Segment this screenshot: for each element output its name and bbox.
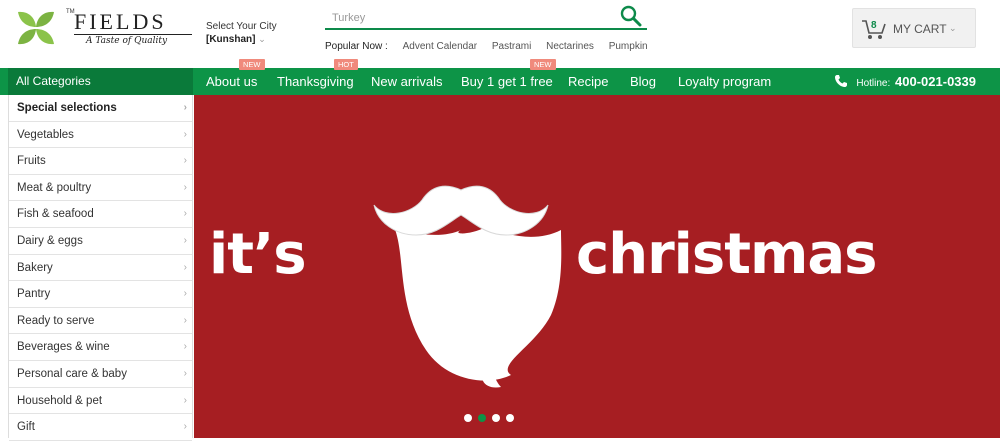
santa-beard-icon <box>373 185 562 388</box>
popular-tag[interactable]: Advent Calendar <box>403 41 478 52</box>
nav-loyalty-program[interactable]: Loyalty program <box>678 68 771 95</box>
brand-name: FIELDS <box>74 9 167 34</box>
category-item[interactable]: Fruits › <box>9 148 192 175</box>
category-label: Ready to serve <box>17 314 95 327</box>
nav-label: Recipe <box>568 74 609 89</box>
category-item[interactable]: Gift › <box>9 414 192 441</box>
chevron-right-icon: › <box>183 208 187 220</box>
chevron-right-icon: › <box>183 341 187 353</box>
cart-count: 8 <box>871 20 877 31</box>
phone-icon <box>835 75 847 87</box>
nav-label: Loyalty program <box>678 74 772 89</box>
chevron-right-icon: › <box>183 181 187 193</box>
category-label: Gift <box>17 421 35 434</box>
chevron-right-icon: › <box>183 394 187 406</box>
category-label: Meat & poultry <box>17 181 92 194</box>
nav-about-us[interactable]: About us NEW <box>206 59 265 95</box>
hero-banner[interactable]: it’s christmas <box>194 95 1000 438</box>
category-item[interactable]: Pantry › <box>9 281 192 308</box>
chevron-right-icon: › <box>183 367 187 379</box>
chevron-right-icon: › <box>183 314 187 326</box>
nav-label: Thanksgiving <box>277 74 354 89</box>
city-label: Select Your City <box>206 21 277 32</box>
nav-label: Blog <box>630 74 657 89</box>
category-item[interactable]: Dairy & eggs › <box>9 228 192 255</box>
main-navbar: All Categories About us NEW Thanksgiving… <box>0 59 1000 95</box>
category-label: Dairy & eggs <box>17 234 83 247</box>
carousel-dot-active[interactable] <box>478 414 486 422</box>
popular-searches: Popular Now : Advent Calendar Pastrami N… <box>325 41 654 52</box>
clover-logo-icon <box>18 11 54 45</box>
hotline: Hotline: 400-021-0339 <box>856 68 976 95</box>
banner-headline-left: it’s <box>209 222 307 287</box>
category-item[interactable]: Household & pet › <box>9 388 192 415</box>
category-label: Household & pet <box>17 394 103 407</box>
banner-headline-right: christmas <box>576 222 877 287</box>
category-item[interactable]: Personal care & baby › <box>9 361 192 388</box>
chevron-right-icon: › <box>183 102 187 113</box>
category-label: Fruits <box>17 155 46 168</box>
cart-label: MY CART <box>893 22 947 36</box>
new-badge: NEW <box>530 59 556 70</box>
category-item[interactable]: Fish & seafood › <box>9 201 192 228</box>
category-label: Beverages & wine <box>17 341 110 354</box>
category-item[interactable]: Meat & poultry › <box>9 175 192 202</box>
carousel-dot[interactable] <box>492 414 500 422</box>
category-label: Vegetables <box>17 128 74 141</box>
category-item[interactable]: Ready to serve › <box>9 308 192 335</box>
chevron-right-icon: › <box>183 234 187 246</box>
carousel-dot[interactable] <box>506 414 514 422</box>
category-label: Bakery <box>17 261 53 274</box>
hotline-number[interactable]: 400-021-0339 <box>895 74 976 89</box>
popular-tag[interactable]: Pastrami <box>492 41 531 52</box>
category-item[interactable]: Bakery › <box>9 255 192 282</box>
search-icon[interactable] <box>619 4 643 28</box>
search-bar <box>325 4 647 30</box>
nav-thanksgiving[interactable]: Thanksgiving HOT <box>277 59 358 95</box>
all-categories-button[interactable]: All Categories <box>8 68 193 95</box>
chevron-down-icon: ⌄ <box>949 23 957 33</box>
brand-divider <box>74 34 192 35</box>
nav-label: About us <box>206 74 258 89</box>
carousel-dot[interactable] <box>464 414 472 422</box>
category-label: Special selections <box>17 102 117 114</box>
carousel-dots <box>464 409 520 422</box>
nav-label: Buy 1 get 1 free <box>461 74 553 89</box>
city-selector[interactable]: Select Your City [Kunshan] ⌄ <box>206 21 277 46</box>
popular-tag[interactable]: Pumpkin <box>609 41 648 52</box>
category-sidebar: Special selections › Vegetables › Fruits › … <box>8 95 193 441</box>
chevron-right-icon: › <box>183 155 187 167</box>
brand-logo[interactable]: TM FIELDS A Taste of Quality <box>14 6 192 50</box>
chevron-right-icon: › <box>183 128 187 140</box>
category-label: Fish & seafood <box>17 208 94 221</box>
chevron-down-icon: ⌄ <box>258 34 266 44</box>
category-item[interactable]: Vegetables › <box>9 122 192 149</box>
site-header: TM FIELDS A Taste of Quality Select Your… <box>0 0 1000 68</box>
category-label: Pantry <box>17 288 51 301</box>
hotline-label: Hotline: <box>856 78 891 89</box>
nav-label: New arrivals <box>371 74 443 89</box>
search-input[interactable] <box>325 8 615 28</box>
category-label: Personal care & baby <box>17 367 127 380</box>
city-current: [Kunshan] <box>206 34 256 45</box>
popular-label: Popular Now : <box>325 41 388 52</box>
nav-new-arrivals[interactable]: New arrivals <box>371 68 443 95</box>
nav-buy-1-get-1-free[interactable]: Buy 1 get 1 free NEW <box>461 59 556 95</box>
my-cart-button[interactable]: 8 MY CART ⌄ <box>852 8 976 48</box>
new-badge: NEW <box>239 59 265 70</box>
hot-badge: HOT <box>334 59 358 70</box>
brand-tagline: A Taste of Quality <box>86 36 168 46</box>
chevron-right-icon: › <box>183 261 187 273</box>
category-item[interactable]: Beverages & wine › <box>9 334 192 361</box>
nav-blog[interactable]: Blog <box>630 68 656 95</box>
chevron-right-icon: › <box>183 288 187 300</box>
category-item[interactable]: Special selections › <box>9 95 192 122</box>
popular-tag[interactable]: Nectarines <box>546 41 594 52</box>
chevron-right-icon: › <box>183 421 187 433</box>
nav-recipe[interactable]: Recipe <box>568 68 608 95</box>
